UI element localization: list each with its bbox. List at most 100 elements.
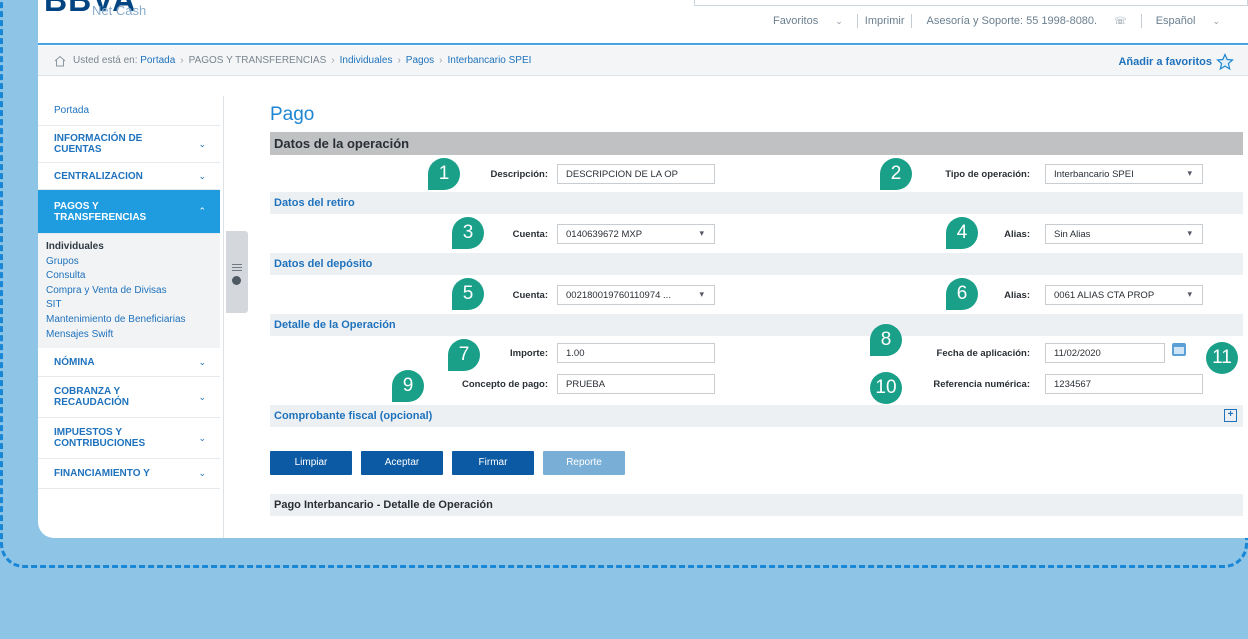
alias-deposito-label: Alias:	[1004, 290, 1030, 301]
sidebar-item-label: PAGOS Y TRANSFERENCIAS	[54, 200, 147, 223]
calendar-icon[interactable]	[1172, 343, 1186, 356]
row-importe: Importe: 1.00 Fecha de aplicación: 11/02…	[270, 336, 1243, 371]
add-favorites-link[interactable]: Añadir a favoritos	[1118, 53, 1234, 71]
section-pago-detalle: Pago Interbancario - Detalle de Operació…	[270, 494, 1243, 516]
comprobante-label: Comprobante fiscal (opcional)	[274, 410, 433, 422]
header-divider	[38, 43, 1248, 45]
section-comprobante-fiscal[interactable]: Comprobante fiscal (opcional) +	[270, 405, 1243, 427]
alias-retiro-select[interactable]: Sin Alias	[1045, 224, 1203, 244]
chevron-up-icon: ⌃	[198, 206, 206, 216]
sidebar-item-nomina[interactable]: NÓMINA ⌄	[38, 348, 220, 378]
cuenta-retiro-select[interactable]: 0140639672 MXP	[557, 224, 715, 244]
breadcrumb-separator: ›	[180, 55, 184, 66]
referencia-field[interactable]: 1234567	[1045, 374, 1203, 394]
tipo-operacion-select[interactable]: Interbancario SPEI	[1045, 164, 1203, 184]
imprimir-link[interactable]: Imprimir	[858, 15, 912, 27]
header: BBVA Net Cash Favoritos ⌄ Imprimir Asesor…	[38, 0, 1248, 45]
alias-deposito-select[interactable]: 0061 ALIAS CTA PROP	[1045, 285, 1203, 305]
alias-retiro-label: Alias:	[1004, 229, 1030, 240]
importe-field[interactable]: 1.00	[557, 343, 715, 363]
sidebar-item-portada[interactable]: Portada	[38, 96, 220, 126]
limpiar-button[interactable]: Limpiar	[270, 451, 352, 475]
section-datos-operacion: Datos de la operación	[270, 132, 1243, 155]
submenu-individuales[interactable]: Individuales	[46, 240, 220, 255]
toggle-icon	[232, 276, 241, 285]
descripcion-field[interactable]: DESCRIPCION DE LA OP	[557, 164, 715, 184]
sidebar-item-label: IMPUESTOS Y CONTRIBUCIONES	[54, 427, 146, 450]
breadcrumb-pagos: PAGOS Y TRANSFERENCIAS	[188, 55, 327, 66]
firmar-button[interactable]: Firmar	[452, 451, 534, 475]
support-icon: ☏	[1114, 16, 1127, 27]
app-window: BBVA Net Cash Favoritos ⌄ Imprimir Asesor…	[38, 0, 1248, 538]
sidebar-collapse-handle[interactable]	[226, 231, 248, 313]
breadcrumb: Usted está en: Portada › PAGOS Y TRANSFE…	[38, 46, 1248, 76]
importe-label: Importe:	[510, 348, 548, 359]
row-retiro: Cuenta: 0140639672 MXP Alias: Sin Alias	[270, 214, 1243, 252]
aceptar-button[interactable]: Aceptar	[361, 451, 443, 475]
sidebar-item-label: CENTRALIZACION	[54, 170, 143, 182]
annotation-badge: 2	[880, 158, 912, 190]
breadcrumb-spei[interactable]: Interbancario SPEI	[447, 55, 531, 66]
breadcrumb-separator: ›	[331, 55, 335, 66]
star-icon	[1216, 53, 1234, 71]
submenu-swift[interactable]: Mensajes Swift	[46, 328, 220, 343]
fecha-aplicacion-field[interactable]: 11/02/2020	[1045, 343, 1165, 363]
favoritos-menu[interactable]: Favoritos ⌄	[759, 15, 857, 27]
annotation-badge: 3	[452, 217, 484, 249]
chevron-down-icon: ⌄	[198, 391, 206, 402]
menu-icon	[232, 264, 242, 271]
section-datos-retiro: Datos del retiro	[270, 192, 1243, 214]
logo-subtitle: Net Cash	[92, 3, 147, 18]
breadcrumb-pagos-link[interactable]: Pagos	[406, 55, 434, 66]
breadcrumb-individuales[interactable]: Individuales	[340, 55, 393, 66]
breadcrumb-separator: ›	[397, 55, 401, 66]
reporte-button[interactable]: Reporte	[543, 451, 625, 475]
add-favorites-label: Añadir a favoritos	[1118, 56, 1212, 68]
row-deposito: Cuenta: 002180019760110974 ... Alias: 00…	[270, 275, 1243, 313]
sidebar-item-label: FINANCIAMIENTO Y	[54, 468, 150, 480]
section-datos-deposito: Datos del depósito	[270, 253, 1243, 275]
annotation-badge: 6	[946, 278, 978, 310]
chevron-down-icon: ⌄	[198, 468, 206, 479]
favoritos-label: Favoritos	[772, 15, 819, 27]
chevron-down-icon: ⌄	[198, 170, 206, 181]
annotation-badge: 4	[946, 217, 978, 249]
sidebar-submenu: Individuales Grupos Consulta Compra y Ve…	[38, 234, 220, 349]
sidebar-item-financiamiento[interactable]: FINANCIAMIENTO Y ⌄	[38, 459, 220, 490]
sidebar-item-centralizacion[interactable]: CENTRALIZACION ⌄	[38, 163, 220, 190]
sidebar-item-label: INFORMACIÓN DE CUENTAS	[54, 133, 143, 155]
sidebar-item-impuestos[interactable]: IMPUESTOS Y CONTRIBUCIONES ⌄	[38, 418, 220, 460]
soporte-label: Asesoría y Soporte: 55 1998-8080.	[926, 15, 1098, 27]
annotation-badge: 11	[1206, 342, 1238, 374]
submenu-consulta[interactable]: Consulta	[46, 269, 220, 284]
sidebar-item-label: NÓMINA	[54, 356, 95, 368]
soporte-link[interactable]: Asesoría y Soporte: 55 1998-8080. ☏	[912, 15, 1140, 27]
submenu-divisas[interactable]: Compra y Venta de Divisas	[46, 284, 220, 299]
section-detalle-operacion: Detalle de la Operación	[270, 314, 1243, 336]
chevron-down-icon: ⌄	[198, 138, 206, 149]
language-menu[interactable]: Español ⌄	[1142, 15, 1234, 27]
home-icon[interactable]	[54, 55, 66, 67]
sidebar-item-cobranza[interactable]: COBRANZA Y RECAUDACIÓN ⌄	[38, 377, 220, 419]
annotation-badge: 8	[870, 324, 902, 356]
concepto-field[interactable]: PRUEBA	[557, 374, 715, 394]
breadcrumb-separator: ›	[439, 55, 443, 66]
breadcrumb-portada[interactable]: Portada	[140, 55, 175, 66]
row-descripcion: Descripción: DESCRIPCION DE LA OP Tipo d…	[270, 155, 1243, 192]
annotation-badge: 7	[448, 339, 480, 371]
sidebar-divider	[223, 96, 224, 538]
cuenta-deposito-select[interactable]: 002180019760110974 ...	[557, 285, 715, 305]
submenu-beneficiarias[interactable]: Mantenimiento de Beneficiarias	[46, 313, 220, 328]
submenu-grupos[interactable]: Grupos	[46, 255, 220, 270]
annotation-badge: 5	[452, 278, 484, 310]
sidebar-item-informacion[interactable]: INFORMACIÓN DE CUENTAS ⌄	[38, 126, 220, 163]
submenu-sit[interactable]: SIT	[46, 298, 220, 313]
concepto-label: Concepto de pago:	[461, 379, 548, 390]
expand-icon[interactable]: +	[1224, 409, 1237, 422]
chevron-down-icon: ⌄	[198, 432, 206, 443]
top-search-strip	[694, 0, 1248, 6]
sidebar-item-pagos[interactable]: PAGOS Y TRANSFERENCIAS ⌃	[38, 190, 220, 234]
sidebar: Portada INFORMACIÓN DE CUENTAS ⌄ CENTRALI…	[38, 96, 220, 538]
chevron-down-icon: ⌄	[835, 16, 843, 26]
sidebar-item-label: COBRANZA Y RECAUDACIÓN	[54, 386, 129, 409]
